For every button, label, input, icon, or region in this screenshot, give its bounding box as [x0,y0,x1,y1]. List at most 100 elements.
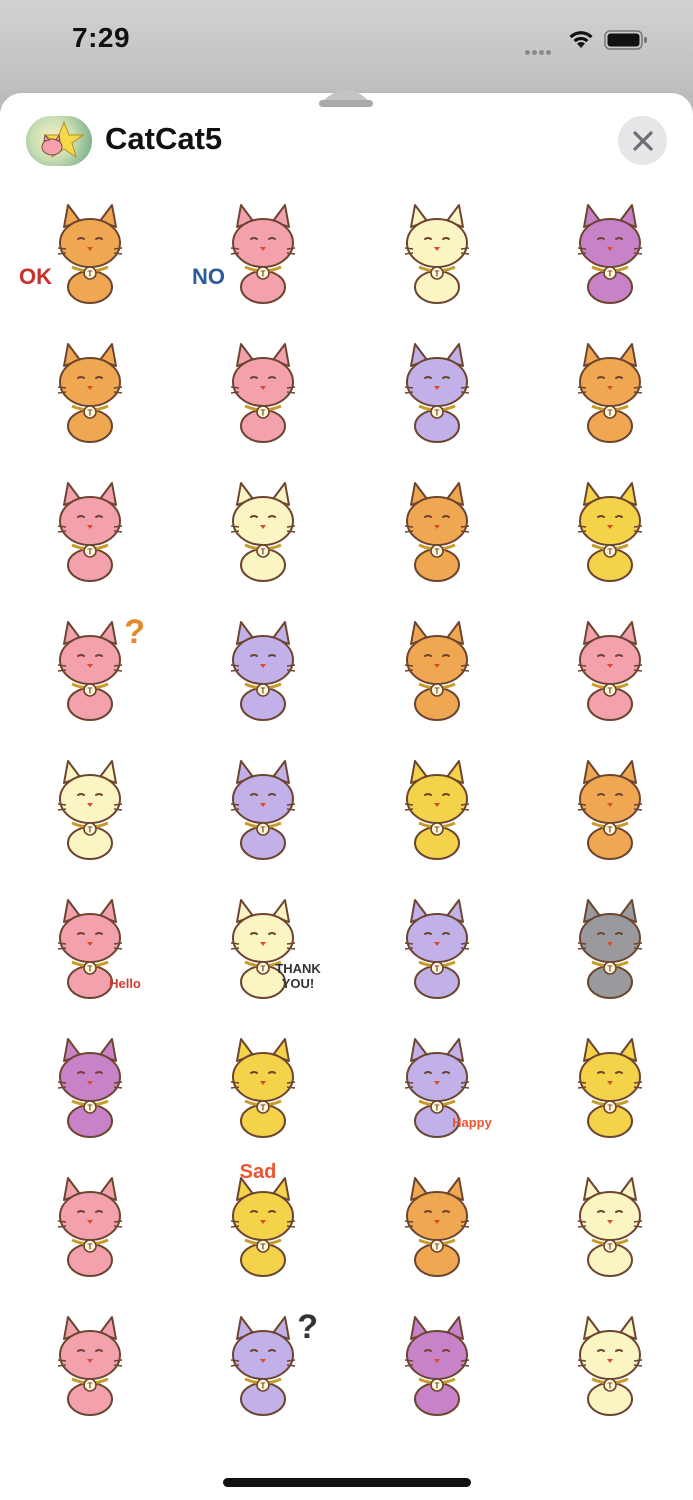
sticker-32[interactable]: T [535,1161,675,1291]
svg-text:T: T [608,548,613,557]
svg-text:T: T [435,965,440,974]
cat-sticker-icon: T [230,1038,296,1138]
svg-text:T: T [435,826,440,835]
sticker-label: Sad [239,1161,277,1183]
svg-text:T: T [261,826,266,835]
sticker-4[interactable]: T [535,188,675,318]
sticker-27[interactable]: T Happy [362,1022,502,1152]
svg-text:T: T [88,826,93,835]
cat-sticker-icon: T [57,1038,123,1138]
sticker-2[interactable]: T NO [188,188,328,318]
sticker-9[interactable]: T [15,466,155,596]
sticker-33[interactable]: T [15,1300,155,1430]
svg-text:T: T [608,1382,613,1391]
svg-text:T: T [88,1243,93,1252]
sticker-10[interactable]: T [188,466,328,596]
sticker-25[interactable]: T [15,1022,155,1152]
sticker-11[interactable]: T [362,466,502,596]
sticker-30[interactable]: T Sad [188,1161,328,1291]
sticker-15[interactable]: T [362,605,502,735]
sticker-23[interactable]: T [362,883,502,1013]
cat-sticker-icon: T [404,204,470,304]
cat-sticker-icon: T [230,204,296,304]
cat-sticker-icon: T [577,899,643,999]
sticker-14[interactable]: T [188,605,328,735]
sheet-grabber-handle[interactable] [317,81,375,109]
sticker-35[interactable]: T [362,1300,502,1430]
cat-sticker-icon: T [57,1316,123,1416]
cat-sticker-icon: T [577,1316,643,1416]
cat-sticker-icon: T [57,343,123,443]
cat-sticker-icon: T [230,482,296,582]
sticker-3[interactable]: T [362,188,502,318]
svg-text:T: T [261,409,266,418]
sticker-31[interactable]: T [362,1161,502,1291]
svg-text:T: T [88,270,93,279]
sticker-5[interactable]: T [15,327,155,457]
cat-sticker-icon: T [57,760,123,860]
sticker-17[interactable]: T [15,744,155,874]
svg-text:T: T [608,409,613,418]
app-icon [26,116,92,166]
svg-text:T: T [261,1104,266,1113]
sticker-label: NO [192,264,225,289]
cat-sticker-icon: T [404,621,470,721]
svg-text:T: T [261,548,266,557]
sticker-label: ? [124,613,145,651]
svg-text:T: T [88,548,93,557]
svg-text:T: T [435,409,440,418]
home-indicator [223,1478,471,1487]
sticker-18[interactable]: T [188,744,328,874]
sticker-label: Happy [452,1115,492,1130]
status-time: 7:29 [72,22,131,53]
sticker-21[interactable]: T Hello [15,883,155,1013]
svg-text:T: T [608,687,613,696]
sticker-34[interactable]: T? [188,1300,328,1430]
close-button[interactable] [618,116,667,165]
cat-sticker-icon: T [404,899,470,999]
sticker-36[interactable]: T [535,1300,675,1430]
cat-sticker-icon: T [57,204,123,304]
svg-text:T: T [88,965,93,974]
status-bar: 7:29 [0,0,693,90]
sheet-title: CatCat5 [105,121,223,156]
cat-sticker-icon: T [57,482,123,582]
svg-text:T: T [261,965,266,974]
sticker-6[interactable]: T [188,327,328,457]
cat-sticker-icon: T [230,343,296,443]
cat-sticker-icon: T [230,760,296,860]
sticker-7[interactable]: T [362,327,502,457]
cat-sticker-icon: T [404,1177,470,1277]
cat-sticker-icon: T [57,1177,123,1277]
svg-text:T: T [88,409,93,418]
sticker-26[interactable]: T [188,1022,328,1152]
sticker-19[interactable]: T [362,744,502,874]
sticker-28[interactable]: T [535,1022,675,1152]
svg-text:T: T [435,548,440,557]
sticker-8[interactable]: T [535,327,675,457]
cat-sticker-icon: T [577,204,643,304]
svg-text:T: T [261,1243,266,1252]
battery-icon [604,29,648,56]
svg-text:T: T [435,1104,440,1113]
cat-sticker-icon: T [577,343,643,443]
sticker-12[interactable]: T [535,466,675,596]
wifi-icon [566,28,596,55]
svg-text:T: T [435,687,440,696]
cat-sticker-icon: T [230,621,296,721]
sticker-24[interactable]: T [535,883,675,1013]
svg-text:T: T [261,1382,266,1391]
sticker-label: Hello [109,976,141,991]
close-icon [632,130,653,151]
sticker-20[interactable]: T [535,744,675,874]
sticker-22[interactable]: T THANK YOU! [188,883,328,1013]
sticker-13[interactable]: T? [15,605,155,735]
sticker-label: OK [19,264,52,289]
sticker-29[interactable]: T [15,1161,155,1291]
sticker-16[interactable]: T [535,605,675,735]
cellular-signal-icon [525,42,553,60]
svg-text:T: T [608,270,613,279]
svg-text:T: T [88,687,93,696]
sticker-1[interactable]: T OK [15,188,155,318]
cat-sticker-icon: T [577,621,643,721]
